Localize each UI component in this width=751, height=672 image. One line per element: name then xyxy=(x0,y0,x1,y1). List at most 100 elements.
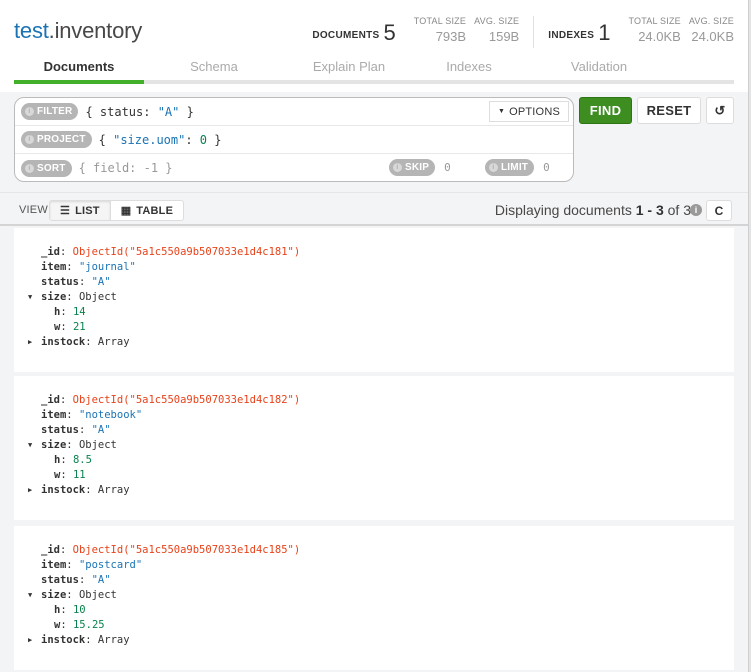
reset-button[interactable]: RESET xyxy=(637,97,701,124)
field-key: status xyxy=(41,276,79,288)
field-status: status: "A" xyxy=(41,276,111,288)
field-key: w xyxy=(54,469,61,481)
displaying-total: of 3 xyxy=(663,202,691,218)
refresh-button[interactable]: C xyxy=(706,200,732,221)
caret-right-icon[interactable]: ▶ xyxy=(28,335,32,350)
indexes-avg-size: AVG. SIZE 24.0KB xyxy=(689,16,734,44)
tab-validation[interactable]: Validation xyxy=(524,56,674,80)
field-item: item: "notebook" xyxy=(41,409,143,421)
field-value: Array xyxy=(97,484,130,496)
filter-label: FILTER xyxy=(37,106,73,117)
documents-stats: DOCUMENTS 5 TOTAL SIZE 793B AVG. SIZE 15… xyxy=(312,14,519,44)
tab-schema[interactable]: Schema xyxy=(144,56,284,80)
info-icon: i xyxy=(25,107,34,116)
field-status: status: "A" xyxy=(41,574,111,586)
database-name[interactable]: test xyxy=(14,18,49,43)
collection-tabs: Documents Schema Explain Plan Indexes Va… xyxy=(14,56,734,84)
filter-close: } xyxy=(179,104,194,119)
table-icon: ▦ xyxy=(120,205,132,217)
view-switcher: ☰ LIST ▦ TABLE xyxy=(49,200,185,221)
skip-input[interactable]: 0 xyxy=(444,161,451,174)
displaying-documents-text: Displaying documents 1 - 3 of 3 xyxy=(495,202,691,218)
filter-row: i FILTER { status: "A" } ▼ OPTIONS xyxy=(15,98,573,126)
caret-down-icon[interactable]: ▼ xyxy=(28,438,32,453)
tab-documents[interactable]: Documents xyxy=(14,56,144,84)
field-value: "postcard" xyxy=(78,559,143,571)
field-key: _id xyxy=(41,394,60,406)
field-size-h: h: 10 xyxy=(54,604,86,616)
field-value: 15.25 xyxy=(72,619,105,631)
field-instock[interactable]: ▶ instock: Array xyxy=(28,483,130,498)
sort-badge[interactable]: i SORT xyxy=(21,159,72,177)
list-icon: ☰ xyxy=(60,205,71,217)
document-card[interactable]: _id: ObjectId("5a1c550a9b507033e1d4c185"… xyxy=(14,526,734,670)
sort-row: i SORT { field: -1 } i SKIP 0 i LIMIT 0 xyxy=(15,154,573,182)
field-size[interactable]: ▼ size: Object xyxy=(28,290,117,305)
indexes-total-size: TOTAL SIZE 24.0KB xyxy=(629,16,681,44)
document-card[interactable]: _id: ObjectId("5a1c550a9b507033e1d4c181"… xyxy=(14,228,734,372)
info-icon: i xyxy=(393,163,402,172)
list-label: LIST xyxy=(75,204,100,217)
field-value: Object xyxy=(78,291,117,303)
filter-value: "A" xyxy=(157,104,180,119)
field-size[interactable]: ▼ size: Object xyxy=(28,588,117,603)
stats-divider xyxy=(533,16,535,48)
avg-size-value: 159B xyxy=(488,29,520,44)
info-icon[interactable]: i xyxy=(690,204,702,216)
field-key: h xyxy=(54,604,61,616)
filter-input[interactable]: { status: "A" } xyxy=(85,105,193,119)
table-label: TABLE xyxy=(136,204,174,217)
list-view-button[interactable]: ☰ LIST xyxy=(50,201,111,220)
field-instock[interactable]: ▶ instock: Array xyxy=(28,335,130,350)
project-label: PROJECT xyxy=(37,134,86,145)
field-key: _id xyxy=(41,246,60,258)
documents-avg-size: AVG. SIZE 159B xyxy=(474,16,519,44)
skip-badge[interactable]: i SKIP xyxy=(389,159,436,176)
field-status: status: "A" xyxy=(41,424,111,436)
collection-stats: DOCUMENTS 5 TOTAL SIZE 793B AVG. SIZE 15… xyxy=(312,14,734,48)
project-colon: : xyxy=(185,132,200,147)
sort-input[interactable]: { field: -1 } xyxy=(79,161,173,175)
skip-label: SKIP xyxy=(405,162,430,173)
field-id: _id: ObjectId("5a1c550a9b507033e1d4c181"… xyxy=(41,246,301,258)
caret-right-icon[interactable]: ▶ xyxy=(28,633,32,648)
table-view-button[interactable]: ▦ TABLE xyxy=(111,201,183,220)
options-button[interactable]: ▼ OPTIONS xyxy=(488,101,569,122)
field-key: status xyxy=(41,574,79,586)
query-bar: i FILTER { status: "A" } ▼ OPTIONS i PROJEC… xyxy=(14,97,574,182)
tab-explain-plan[interactable]: Explain Plan xyxy=(284,56,414,80)
caret-right-icon[interactable]: ▶ xyxy=(28,483,32,498)
field-value: "A" xyxy=(91,276,111,288)
total-size-label: TOTAL SIZE xyxy=(413,16,467,26)
field-id: _id: ObjectId("5a1c550a9b507033e1d4c182"… xyxy=(41,394,301,406)
limit-input[interactable]: 0 xyxy=(543,161,550,174)
field-item: item: "journal" xyxy=(41,261,136,273)
query-history-button[interactable]: ↺ xyxy=(706,97,734,124)
view-toolbar: VIEW ☰ LIST ▦ TABLE Displaying documents 1… xyxy=(0,192,748,226)
field-key: h xyxy=(54,306,61,318)
project-row: i PROJECT { "size.uom": 0 } xyxy=(15,126,573,154)
total-size-value: 793B xyxy=(435,29,467,44)
field-key: status xyxy=(41,424,79,436)
total-size-value: 24.0KB xyxy=(638,29,681,44)
field-size[interactable]: ▼ size: Object xyxy=(28,438,117,453)
info-icon: i xyxy=(489,163,498,172)
project-input[interactable]: { "size.uom": 0 } xyxy=(99,133,222,147)
field-key: h xyxy=(54,454,61,466)
filter-badge[interactable]: i FILTER xyxy=(21,103,79,120)
indexes-stats: INDEXES 1 TOTAL SIZE 24.0KB AVG. SIZE 24… xyxy=(548,14,734,44)
options-label: OPTIONS xyxy=(509,105,560,118)
caret-down-icon[interactable]: ▼ xyxy=(28,588,32,603)
project-badge[interactable]: i PROJECT xyxy=(21,131,92,148)
project-close: } xyxy=(207,132,222,147)
field-key: instock xyxy=(41,484,86,496)
field-instock[interactable]: ▶ instock: Array xyxy=(28,633,130,648)
document-card[interactable]: _id: ObjectId("5a1c550a9b507033e1d4c182"… xyxy=(14,376,734,520)
limit-badge[interactable]: i LIMIT xyxy=(485,159,535,176)
avg-size-value: 24.0KB xyxy=(691,29,734,44)
field-size-h: h: 8.5 xyxy=(54,454,92,466)
collection-header: test.inventory DOCUMENTS 5 TOTAL SIZE 79… xyxy=(0,0,751,92)
find-button[interactable]: FIND xyxy=(579,97,632,124)
tab-indexes[interactable]: Indexes xyxy=(414,56,524,80)
caret-down-icon[interactable]: ▼ xyxy=(28,290,32,305)
